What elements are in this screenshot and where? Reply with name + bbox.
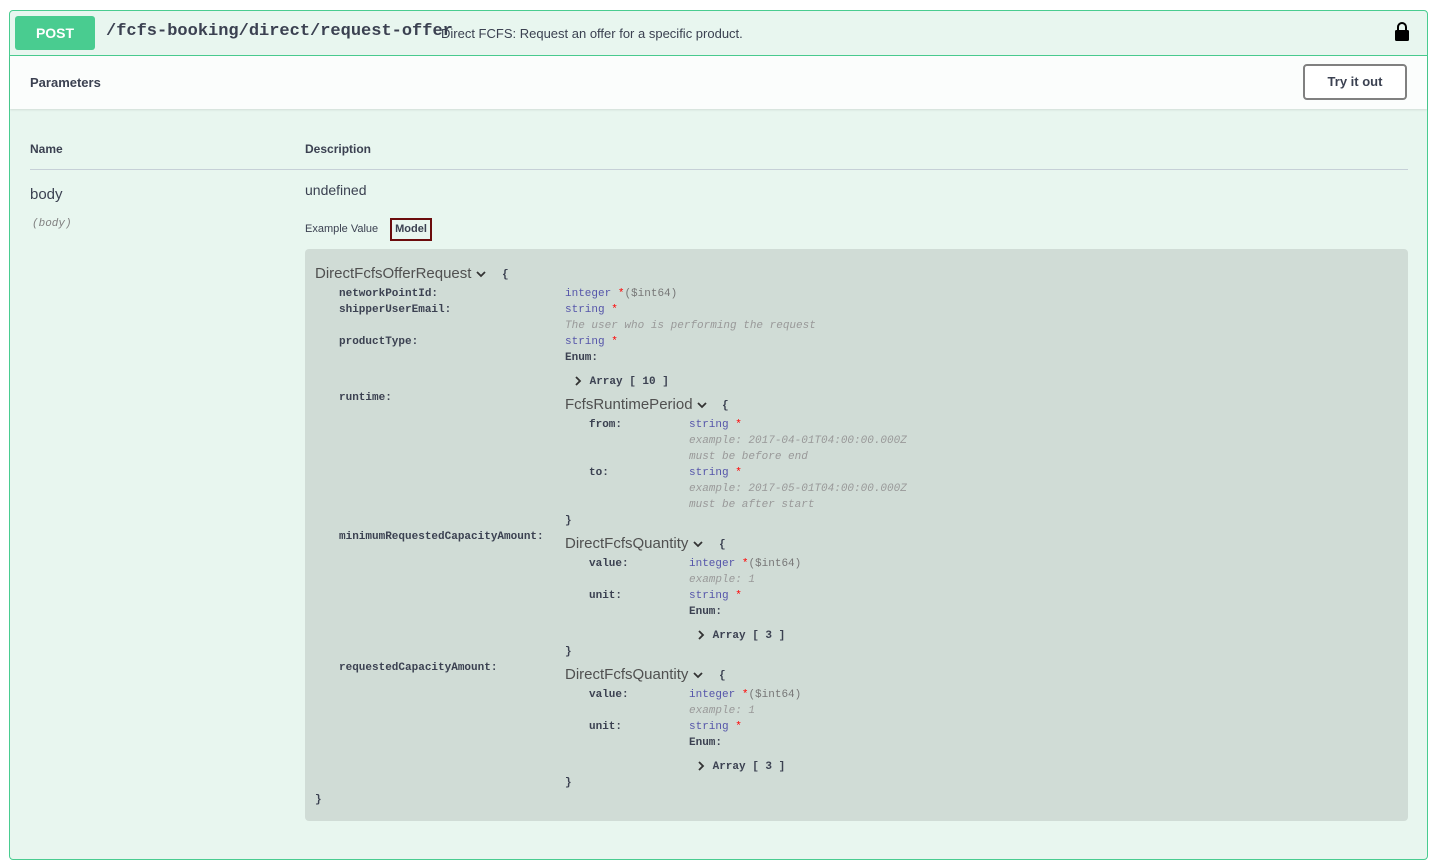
field-label: from: (589, 419, 623, 431)
nested-model-title[interactable]: DirectFcfsQuantity (565, 666, 703, 683)
param-description: undefined (305, 182, 367, 198)
parameters-header: Parameters Try it out (10, 56, 1427, 109)
field-label: to: (589, 467, 609, 479)
nested-model-title[interactable]: DirectFcfsQuantity (565, 535, 703, 552)
tab-example-value[interactable]: Example Value (305, 223, 378, 235)
field-type: integer *($int64) (689, 689, 802, 701)
model-title[interactable]: DirectFcfsOfferRequest (315, 265, 486, 282)
field-label: unit: (589, 721, 623, 733)
model-open-brace: { (502, 269, 509, 281)
enum-array-toggle[interactable]: Array [ 10 ] (573, 376, 669, 388)
field-type: string * (689, 721, 742, 733)
field-label: value: (589, 689, 629, 701)
table-divider (30, 169, 1408, 170)
field-description: The user who is performing the request (565, 320, 816, 332)
chevron-down-icon[interactable] (475, 269, 486, 279)
field-label: productType: (339, 336, 419, 348)
chevron-down-icon[interactable] (692, 670, 703, 680)
operation-block: POST /fcfs-booking/direct/request-offer … (9, 10, 1428, 860)
field-enum: Enum: (689, 737, 723, 749)
field-enum: Enum: (689, 606, 723, 618)
field-description: must be before end (689, 451, 808, 463)
field-example: example: 1 (689, 574, 756, 586)
field-example: example: 2017-04-01T04:00:00.000Z (689, 435, 907, 447)
field-type: string * (689, 419, 742, 431)
chevron-down-icon[interactable] (697, 400, 707, 410)
field-type: string * (565, 304, 618, 316)
nested-model-title[interactable]: FcfsRuntimePeriod (565, 396, 707, 413)
nested-open-brace: { (719, 539, 726, 551)
nested-open-brace: { (719, 670, 726, 682)
field-label: networkPointId: (339, 288, 439, 300)
tab-model[interactable]: Model (390, 218, 432, 241)
enum-array-toggle[interactable]: Array [ 3 ] (696, 630, 785, 642)
field-type: integer *($int64) (565, 288, 678, 300)
nested-open-brace: { (722, 400, 729, 412)
chevron-right-icon[interactable] (696, 761, 706, 771)
param-location: (body) (32, 218, 72, 230)
parameters-title: Parameters (30, 75, 101, 90)
column-header-description: Description (305, 142, 372, 156)
chevron-down-icon[interactable] (692, 539, 703, 549)
nested-close-brace: } (565, 515, 572, 527)
field-enum: Enum: (565, 352, 599, 364)
field-label: value: (589, 558, 629, 570)
field-type: string * (689, 467, 742, 479)
field-label: unit: (589, 590, 623, 602)
chevron-right-icon[interactable] (696, 630, 706, 640)
model-schema: DirectFcfsOfferRequest { networkPointId:… (305, 249, 1408, 821)
method-badge: POST (15, 16, 95, 50)
chevron-right-icon[interactable] (573, 376, 583, 386)
column-header-name: Name (30, 142, 63, 156)
field-description: must be after start (689, 499, 815, 511)
field-type: integer *($int64) (689, 558, 802, 570)
nested-close-brace: } (565, 777, 572, 789)
field-type: string * (689, 590, 742, 602)
enum-array-toggle[interactable]: Array [ 3 ] (696, 761, 785, 773)
model-close-brace: } (315, 794, 322, 806)
field-label: minimumRequestedCapacityAmount: (339, 531, 544, 543)
nested-close-brace: } (565, 646, 572, 658)
lock-icon[interactable] (1394, 22, 1410, 42)
param-name: body (30, 186, 63, 203)
operation-summary[interactable]: POST /fcfs-booking/direct/request-offer … (10, 11, 1427, 56)
field-example: example: 1 (689, 705, 756, 717)
operation-path: /fcfs-booking/direct/request-offer (106, 22, 453, 41)
field-type: string * (565, 336, 618, 348)
field-example: example: 2017-05-01T04:00:00.000Z (689, 483, 907, 495)
operation-summary-text: Direct FCFS: Request an offer for a spec… (441, 26, 743, 41)
field-label: requestedCapacityAmount: (339, 662, 498, 674)
try-it-out-button[interactable]: Try it out (1303, 64, 1407, 100)
field-label: shipperUserEmail: (339, 304, 452, 316)
field-label: runtime: (339, 392, 392, 404)
